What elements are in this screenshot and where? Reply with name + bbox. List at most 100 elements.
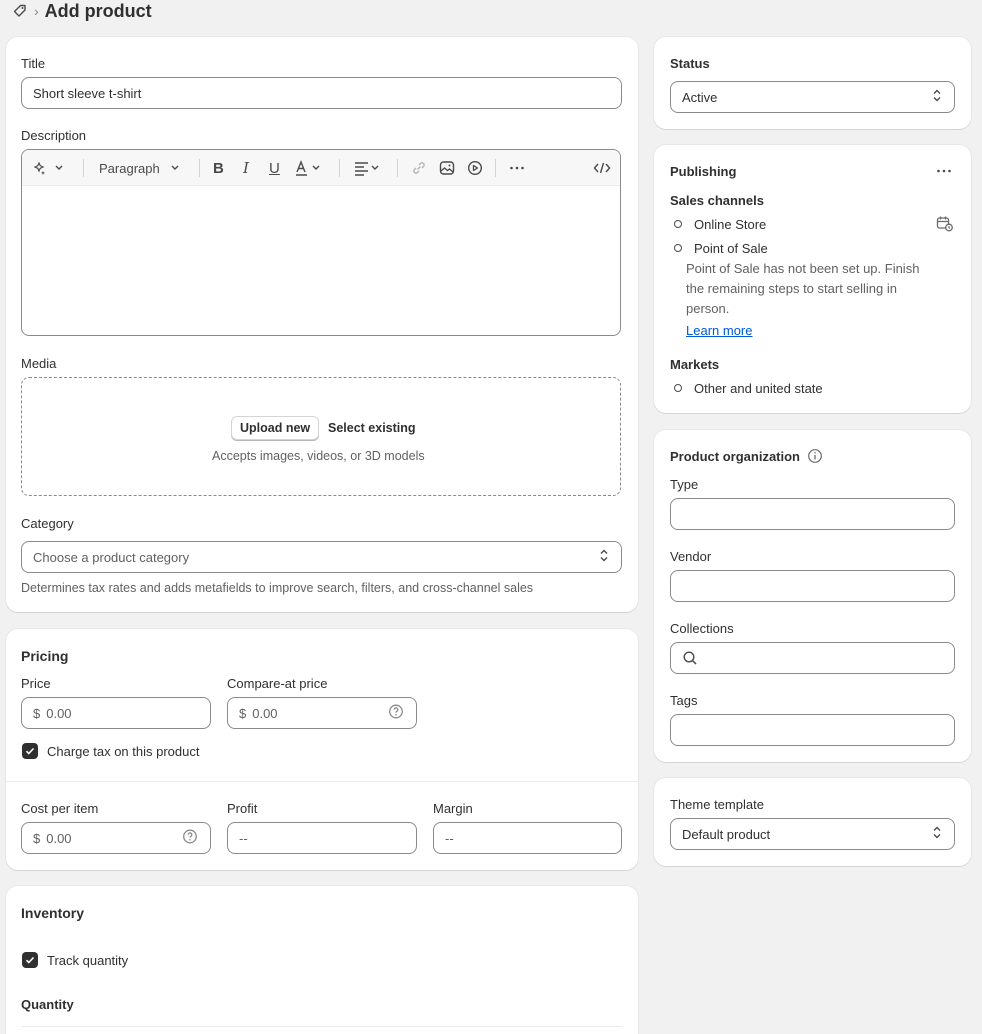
quantity-divider <box>21 1026 622 1027</box>
code-view-icon[interactable] <box>593 150 611 186</box>
compare-price-input[interactable]: $ 0.00 <box>227 697 417 729</box>
compare-currency: $ <box>239 705 247 721</box>
compare-price-label: Compare-at price <box>227 676 328 691</box>
search-icon <box>682 650 698 666</box>
cost-currency: $ <box>33 830 41 846</box>
schedule-calendar-icon[interactable] <box>936 215 954 236</box>
pos-note-line-1: Point of Sale has not been set up. Finis… <box>686 261 920 276</box>
more-actions-icon[interactable] <box>936 163 952 182</box>
cost-label: Cost per item <box>21 801 99 816</box>
status-value: Active <box>682 89 718 105</box>
status-label: Status <box>670 56 710 71</box>
status-card: Status Active <box>654 37 971 129</box>
category-select[interactable]: Choose a product category <box>21 541 622 573</box>
markets-label: Markets <box>670 357 720 372</box>
cost-input[interactable]: $ 0.00 <box>21 822 211 854</box>
track-quantity-checkbox[interactable] <box>22 952 38 968</box>
theme-template-select[interactable]: Default product <box>670 818 955 850</box>
media-dropzone[interactable]: Upload new Select existing Accepts image… <box>21 377 621 496</box>
info-icon[interactable] <box>807 448 823 467</box>
underline-icon[interactable]: U <box>269 150 280 186</box>
theme-template-label: Theme template <box>670 797 764 812</box>
organization-heading: Product organization <box>670 449 800 464</box>
quantity-heading: Quantity <box>21 997 74 1012</box>
vendor-label: Vendor <box>670 549 712 564</box>
channel-point-of-sale: Point of Sale <box>694 241 768 256</box>
upload-new-button[interactable]: Upload new <box>231 416 320 440</box>
title-value: Short sleeve t-shirt <box>33 85 142 101</box>
media-label: Media <box>21 356 57 371</box>
learn-more-link[interactable]: Learn more <box>686 323 752 338</box>
charge-tax-checkbox[interactable] <box>22 743 38 759</box>
product-organization-card: Product organization Type Vendor Collect… <box>654 430 971 762</box>
select-arrows-icon <box>932 89 942 106</box>
tag-icon <box>12 3 28 19</box>
paragraph-dropdown[interactable]: Paragraph <box>99 150 186 186</box>
profit-value: -- <box>239 830 248 846</box>
description-editor[interactable]: Paragraph B I U <box>21 149 621 336</box>
italic-icon[interactable]: I <box>243 150 249 186</box>
profit-field: -- <box>227 822 417 854</box>
pos-note-line-2: the remaining steps to start selling in <box>686 281 897 296</box>
vendor-input[interactable] <box>670 570 955 602</box>
price-label: Price <box>21 676 51 691</box>
select-existing-button[interactable]: Select existing <box>328 421 416 435</box>
cost-placeholder: 0.00 <box>46 830 72 846</box>
compare-placeholder: 0.00 <box>252 705 278 721</box>
help-circle-icon[interactable] <box>182 829 198 848</box>
help-circle-icon[interactable] <box>388 704 404 723</box>
pricing-divider <box>6 781 638 782</box>
status-dot-icon <box>674 244 682 252</box>
video-icon[interactable] <box>467 150 483 186</box>
description-label: Description <box>21 128 87 143</box>
media-hint: Accepts images, videos, or 3D models <box>212 449 425 463</box>
title-label: Title <box>21 56 46 71</box>
more-formatting-icon[interactable] <box>509 150 525 186</box>
margin-label: Margin <box>433 801 473 816</box>
editor-toolbar: Paragraph B I U <box>22 150 620 186</box>
text-color-icon[interactable] <box>295 150 327 186</box>
publishing-card: Publishing Sales channels Online Store P… <box>654 145 971 413</box>
margin-field: -- <box>433 822 622 854</box>
theme-template-card: Theme template Default product <box>654 778 971 866</box>
page-header: › Add product <box>12 0 152 22</box>
breadcrumb-chevron-icon: › <box>34 3 39 19</box>
pricing-card: Pricing Price $ 0.00 Compare-at price $ … <box>6 629 638 870</box>
category-placeholder: Choose a product category <box>33 549 190 565</box>
profit-label: Profit <box>227 801 258 816</box>
tags-input[interactable] <box>670 714 955 746</box>
bold-icon[interactable]: B <box>213 150 224 186</box>
channel-online-store: Online Store <box>694 217 767 232</box>
ai-magic-icon[interactable] <box>34 150 66 186</box>
price-currency: $ <box>33 705 41 721</box>
collections-search-input[interactable] <box>670 642 955 674</box>
track-quantity-label: Track quantity <box>47 953 129 968</box>
status-dot-icon <box>674 220 682 228</box>
inventory-card: Inventory Track quantity Quantity <box>6 886 638 1034</box>
pos-note-line-3: person. <box>686 301 730 316</box>
page-title: Add product <box>44 0 152 21</box>
collections-label: Collections <box>670 621 734 636</box>
type-label: Type <box>670 477 699 492</box>
type-input[interactable] <box>670 498 955 530</box>
charge-tax-label: Charge tax on this product <box>47 744 200 759</box>
align-icon[interactable] <box>353 150 385 186</box>
tags-label: Tags <box>670 693 698 708</box>
link-icon[interactable] <box>411 150 427 186</box>
inventory-heading: Inventory <box>21 905 85 921</box>
price-input[interactable]: $ 0.00 <box>21 697 211 729</box>
price-placeholder: 0.00 <box>46 705 72 721</box>
select-arrows-icon <box>599 549 609 566</box>
product-details-card: Title Short sleeve t-shirt Description P… <box>6 37 638 612</box>
paragraph-label: Paragraph <box>99 160 160 176</box>
pricing-heading: Pricing <box>21 648 69 664</box>
category-label: Category <box>21 516 74 531</box>
market-item: Other and united state <box>694 381 823 396</box>
image-icon[interactable] <box>439 150 455 186</box>
title-input[interactable]: Short sleeve t-shirt <box>21 77 622 109</box>
status-select[interactable]: Active <box>670 81 955 113</box>
category-help-text: Determines tax rates and adds metafields… <box>21 581 534 595</box>
select-arrows-icon <box>932 826 942 843</box>
theme-template-value: Default product <box>682 826 771 842</box>
sales-channels-label: Sales channels <box>670 193 764 208</box>
